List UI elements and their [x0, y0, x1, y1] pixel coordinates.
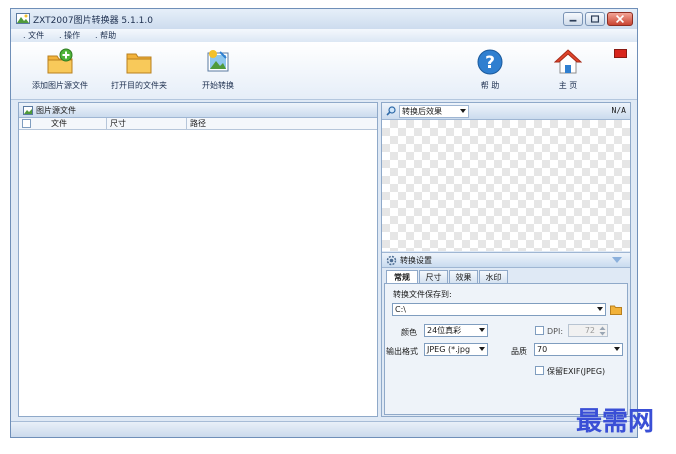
chevron-down-icon — [614, 347, 620, 351]
home-button[interactable]: 主 页 — [533, 46, 603, 98]
title-bar[interactable]: ZXT2007图片转换器 5.1.1.0 — [11, 9, 637, 29]
convert-image-icon — [207, 50, 229, 72]
color-label: 颜色 — [401, 328, 417, 337]
close-icon — [615, 14, 625, 24]
format-dropdown[interactable]: JPEG (*.jpg — [424, 343, 488, 356]
tab-watermark[interactable]: 水印 — [479, 270, 508, 283]
open-dest-button[interactable]: 打开目的文件夹 — [104, 46, 174, 98]
menu-file-label: 文件 — [28, 31, 45, 40]
source-panel-title: 图片源文件 — [36, 106, 76, 115]
menu-operate-label: 操作 — [64, 31, 81, 40]
settings-header[interactable]: 转换设置 — [382, 252, 630, 268]
help-button[interactable]: ? 帮 助 — [455, 46, 525, 98]
column-path[interactable]: 路径 — [187, 118, 377, 129]
svg-text:?: ? — [485, 53, 495, 73]
menu-bar: . 文件 . 操作 . 帮助 — [11, 29, 637, 42]
chevron-down-icon — [479, 328, 485, 332]
watermark-logo: 最需网 — [576, 407, 654, 437]
flag-icon[interactable] — [614, 49, 627, 58]
gear-icon — [386, 255, 397, 266]
menu-file[interactable]: . 文件 — [23, 30, 44, 41]
minimize-button[interactable] — [563, 12, 583, 26]
minimize-icon — [569, 19, 577, 22]
home-label: 主 页 — [558, 81, 578, 90]
dpi-label: DPI: — [547, 327, 564, 336]
close-button[interactable] — [607, 12, 633, 26]
preview-header: 转换后效果 N/A — [382, 103, 630, 120]
tab-effect[interactable]: 效果 — [449, 270, 478, 283]
open-dest-label: 打开目的文件夹 — [111, 81, 167, 90]
chevron-down-icon — [597, 307, 603, 311]
tab-general[interactable]: 常规 — [386, 270, 418, 284]
source-panel-header: 图片源文件 — [19, 103, 377, 118]
keep-exif-label: 保留EXIF(JPEG) — [547, 367, 606, 376]
column-size[interactable]: 尺寸 — [107, 118, 187, 129]
file-list-header: 文件 尺寸 路径 — [19, 118, 377, 130]
menu-help-label: 帮助 — [100, 31, 117, 40]
spinner-arrows-icon — [599, 326, 606, 336]
browse-folder-icon[interactable] — [610, 304, 622, 315]
color-value: 24位真彩 — [427, 326, 462, 335]
select-all-checkbox[interactable] — [22, 119, 31, 128]
dpi-stepper[interactable]: 72 — [568, 324, 608, 337]
chevron-down-icon — [460, 109, 466, 113]
tab-size[interactable]: 尺寸 — [419, 270, 448, 283]
dpi-value: 72 — [584, 326, 595, 335]
chevron-down-icon — [479, 347, 485, 351]
help-icon: ? — [477, 49, 503, 75]
save-path-combo[interactable]: C:\ — [392, 303, 606, 316]
quality-label: 品质 — [511, 347, 527, 356]
add-source-label: 添加图片源文件 — [32, 81, 88, 90]
preview-mode-value: 转换后效果 — [402, 107, 442, 116]
add-folder-icon — [47, 48, 73, 74]
window-title: ZXT2007图片转换器 5.1.1.0 — [33, 16, 153, 26]
collapse-chevron-icon[interactable] — [612, 257, 622, 264]
quality-value: 70 — [537, 345, 548, 354]
maximize-icon — [590, 15, 600, 23]
menu-help[interactable]: . 帮助 — [95, 30, 116, 41]
menu-operate[interactable]: . 操作 — [59, 30, 80, 41]
image-icon — [23, 106, 33, 115]
magnifier-icon — [386, 106, 396, 116]
file-list[interactable] — [19, 130, 377, 416]
general-tab-content: 转换文件保存到: C:\ 颜色 24位真彩 DPI: 72 输出格式 JPEG … — [384, 283, 628, 415]
start-convert-label: 开始转换 — [202, 81, 234, 90]
column-file[interactable]: 文件 — [33, 118, 107, 129]
help-label: 帮 助 — [480, 81, 500, 90]
save-path-value: C:\ — [395, 305, 406, 314]
dpi-checkbox[interactable] — [535, 326, 544, 335]
watermark-text: 最需网 — [576, 407, 654, 437]
app-window: ZXT2007图片转换器 5.1.1.0 . 文件 . 操作 . 帮助 添加图片… — [10, 8, 638, 438]
status-bar — [11, 421, 637, 437]
preview-mode-dropdown[interactable]: 转换后效果 — [399, 105, 469, 118]
add-source-button[interactable]: 添加图片源文件 — [25, 46, 95, 98]
color-dropdown[interactable]: 24位真彩 — [424, 324, 488, 337]
app-icon — [16, 13, 30, 24]
preview-canvas — [382, 120, 630, 251]
toolbar: 添加图片源文件 打开目的文件夹 开始转换 ? 帮 助 主 页 — [11, 42, 637, 100]
maximize-button[interactable] — [585, 12, 605, 26]
preview-size-label: N/A — [611, 106, 626, 115]
right-panel: 转换后效果 N/A 转换设置 常规 尺寸 效果 水印 转换文件保存到: C:\ — [381, 102, 631, 417]
keep-exif-checkbox[interactable] — [535, 366, 544, 375]
start-convert-button[interactable]: 开始转换 — [183, 46, 253, 98]
format-label: 输出格式 — [386, 347, 418, 356]
quality-dropdown[interactable]: 70 — [534, 343, 623, 356]
source-panel: 图片源文件 文件 尺寸 路径 — [18, 102, 378, 417]
format-value: JPEG (*.jpg — [427, 345, 471, 354]
folder-icon — [126, 53, 152, 74]
settings-title: 转换设置 — [400, 256, 432, 265]
save-path-label: 转换文件保存到: — [393, 290, 452, 299]
home-icon — [554, 49, 582, 74]
